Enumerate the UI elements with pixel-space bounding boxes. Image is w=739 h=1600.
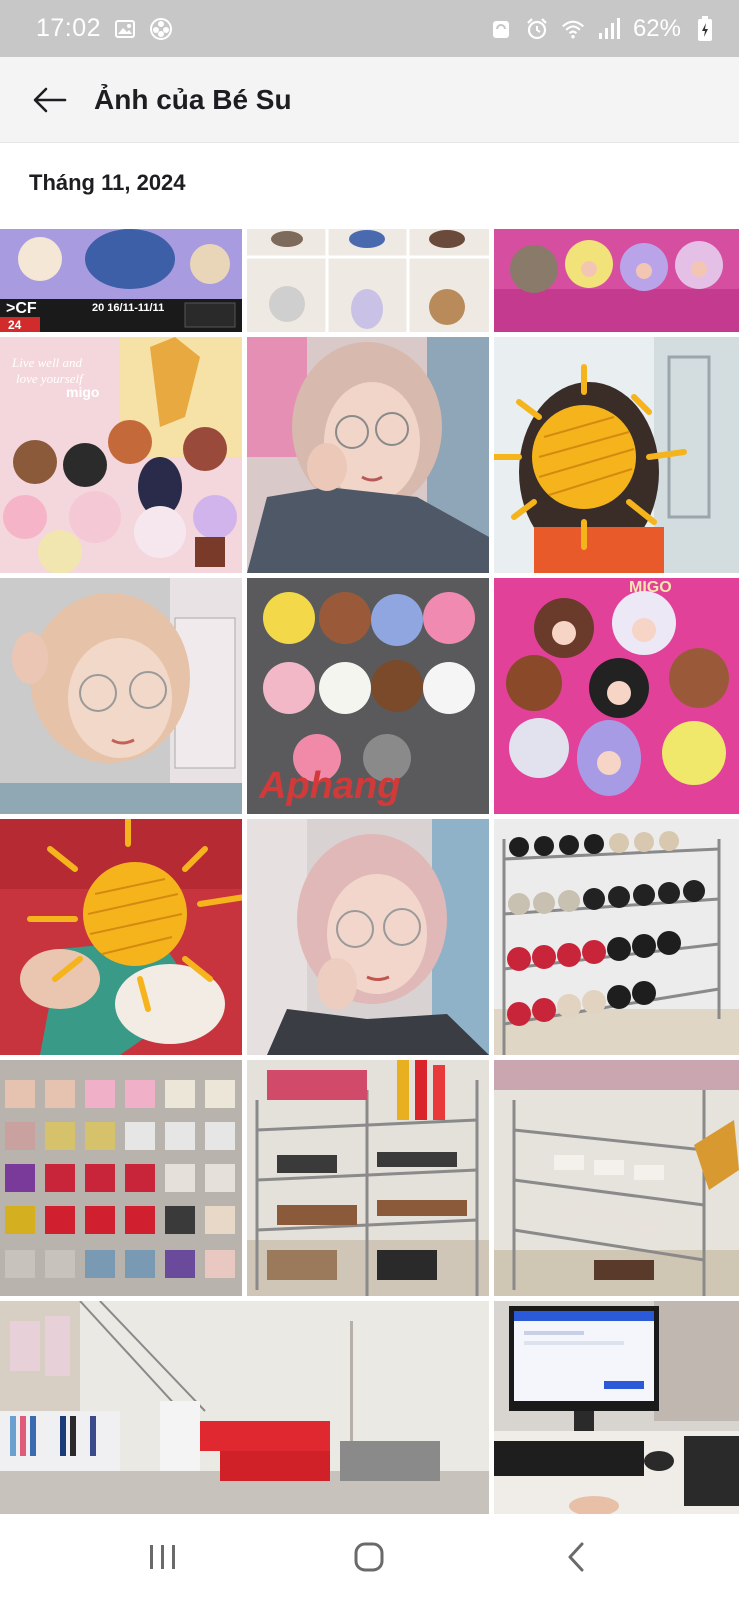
battery-icon	[693, 15, 717, 41]
alarm-icon	[525, 17, 549, 41]
doll-caption-3: migo	[66, 384, 99, 400]
arrow-left-icon	[33, 87, 67, 112]
banner-brand-text: >CF	[6, 300, 37, 317]
photo-shelf-caps[interactable]	[494, 819, 739, 1055]
banner-day-text: 24	[8, 318, 22, 332]
status-time: 17:02	[36, 14, 102, 42]
nav-back-button[interactable]	[531, 1527, 621, 1587]
battery-percent: 62%	[632, 14, 681, 42]
status-right: 62%	[489, 15, 717, 43]
section-date-title: Tháng 11, 2024	[29, 170, 186, 195]
flower-icon	[149, 17, 173, 41]
system-nav-bar	[0, 1514, 739, 1600]
photo-dolls-pink-box[interactable]	[494, 229, 739, 332]
nav-back-icon	[568, 1542, 584, 1572]
photo-selfie-glasses-3[interactable]	[247, 819, 489, 1055]
photo-sun-sticker-child[interactable]	[494, 337, 739, 573]
photo-keychain-grid[interactable]	[247, 229, 489, 332]
photo-store-shelves-2[interactable]	[494, 1060, 739, 1296]
status-left: 17:02	[36, 14, 173, 43]
photo-selfie-glasses-1[interactable]	[247, 337, 489, 573]
status-bar: 17:02 62%	[0, 0, 739, 57]
photo-store-interior[interactable]	[0, 1301, 489, 1514]
photo-sun-sticker-baby[interactable]	[0, 819, 242, 1055]
page-title: Ảnh của Bé Su	[94, 83, 292, 115]
home-button[interactable]	[324, 1527, 414, 1587]
photo-underwear-rack[interactable]	[0, 1060, 242, 1296]
gallery-icon	[113, 17, 137, 41]
app-header: Ảnh của Bé Su	[0, 57, 739, 143]
photo-grid: >CF 20 16/11-11/11 24 Live well and love…	[0, 229, 739, 1514]
signal-icon	[597, 17, 621, 41]
recent-apps-icon	[150, 1545, 176, 1569]
photo-doll-promo-banner[interactable]: >CF 20 16/11-11/11 24	[0, 229, 242, 332]
aphang-watermark: Aphang	[258, 765, 400, 807]
photo-migo-doll-display[interactable]: Live well and love yourself migo	[0, 337, 242, 573]
photo-aphang-dolls[interactable]: Aphang	[247, 578, 489, 814]
photo-selfie-glasses-2[interactable]	[0, 578, 242, 814]
home-icon	[354, 1542, 384, 1572]
wifi-icon	[561, 17, 585, 41]
back-button[interactable]	[20, 70, 80, 130]
photo-store-shelves-1[interactable]	[247, 1060, 489, 1296]
recent-apps-button[interactable]	[118, 1527, 208, 1587]
banner-date-text: 20 16/11-11/11	[92, 302, 164, 314]
doll-caption-1: Live well and	[11, 355, 83, 370]
photo-migo-dolls-pink[interactable]: MIGO	[494, 578, 739, 814]
sync-icon	[489, 17, 513, 41]
photo-computer-desk[interactable]	[494, 1301, 739, 1514]
